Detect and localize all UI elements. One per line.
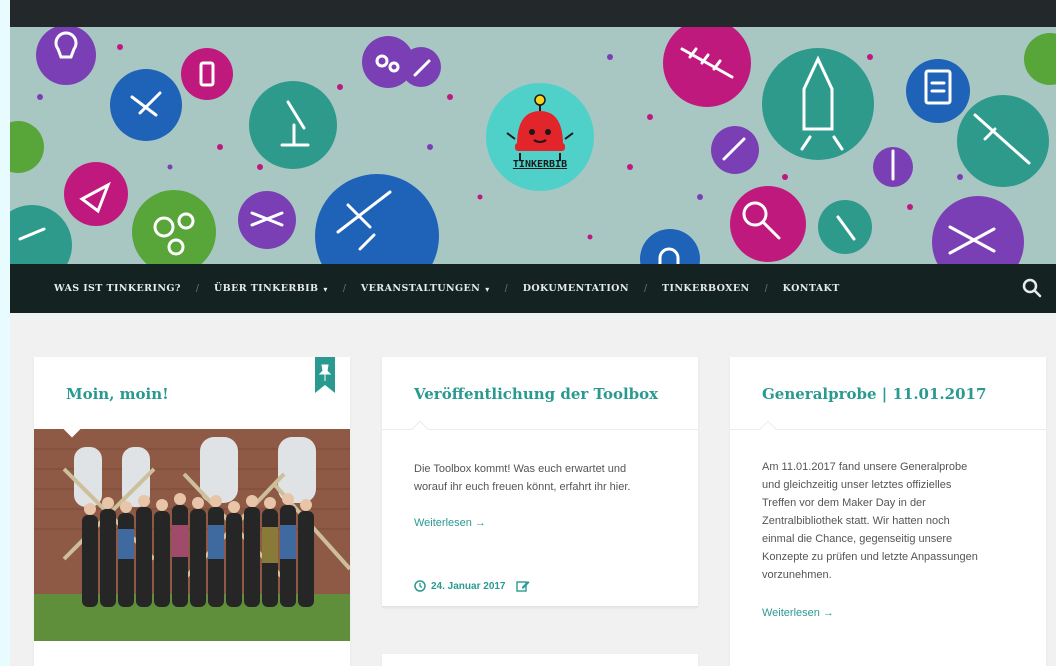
- divider: [730, 429, 1046, 430]
- nav-separator: /: [643, 282, 647, 295]
- post-excerpt: Am 11.01.2017 fand unsere Generalprobe u…: [762, 461, 978, 581]
- nav-item-veranstaltungen[interactable]: VERANSTALTUNGEN ▾: [361, 283, 490, 294]
- group-photo[interactable]: [34, 429, 350, 641]
- post-card-next: [382, 654, 698, 666]
- tools-illustration: [10, 27, 1056, 264]
- read-more-link[interactable]: Weiterlesen →: [762, 607, 834, 619]
- nav-item-tinkerboxen[interactable]: TINKERBOXEN: [662, 283, 750, 294]
- post-date[interactable]: 24. Januar 2017: [431, 581, 506, 592]
- post-title[interactable]: Veröffentlichung der Toolbox: [414, 385, 658, 403]
- search-icon[interactable]: [1022, 278, 1042, 298]
- pin-icon: [315, 357, 335, 393]
- nav-separator: /: [342, 282, 346, 295]
- nav-separator: /: [195, 282, 199, 295]
- edit-icon[interactable]: [515, 579, 530, 593]
- main-navigation: WAS IST TINKERING? / ÜBER TINKERBIB ▾ / V…: [10, 264, 1056, 313]
- logo-text: TINKERBIB: [512, 159, 568, 170]
- post-card-toolbox: Veröffentlichung der Toolbox Die Toolbox…: [382, 357, 698, 607]
- site-header-banner: TINKERBIB: [10, 27, 1056, 264]
- content-area: Moin, moin! Veröffentlichung der Toolbox…: [10, 313, 1056, 666]
- post-excerpt: Die Toolbox kommt! Was euch erwartet und…: [414, 463, 631, 493]
- divider: [382, 429, 698, 430]
- post-title[interactable]: Moin, moin!: [66, 385, 169, 403]
- nav-separator: /: [504, 282, 508, 295]
- chevron-down-icon: ▾: [323, 283, 328, 294]
- clock-icon: [414, 580, 426, 592]
- post-card-generalprobe: Generalprobe | 11.01.2017 Am 11.01.2017 …: [730, 357, 1046, 666]
- tinkerbib-logo[interactable]: [486, 83, 594, 191]
- read-more-link[interactable]: Weiterlesen →: [414, 517, 486, 529]
- nav-item-was-ist-tinkering[interactable]: WAS IST TINKERING?: [54, 283, 181, 294]
- nav-separator: /: [764, 282, 768, 295]
- notch: [411, 420, 429, 438]
- notch: [759, 420, 777, 438]
- nav-item-kontakt[interactable]: KONTAKT: [783, 283, 840, 294]
- nav-item-ueber-tinkerbib[interactable]: ÜBER TINKERBIB ▾: [214, 283, 328, 294]
- chevron-down-icon: ▾: [485, 283, 490, 294]
- post-meta: 24. Januar 2017: [414, 579, 530, 593]
- post-card-moin: Moin, moin!: [34, 357, 350, 666]
- top-bar: [10, 0, 1056, 27]
- nav-item-dokumentation[interactable]: DOKUMENTATION: [523, 283, 629, 294]
- post-title[interactable]: Generalprobe | 11.01.2017: [762, 385, 986, 403]
